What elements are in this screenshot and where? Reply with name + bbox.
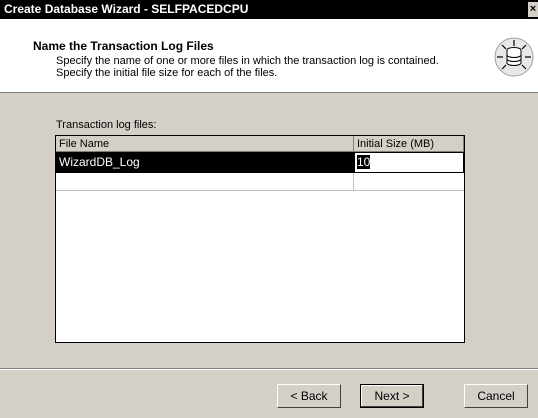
column-divider	[353, 173, 354, 191]
initial-size-input[interactable]: 10	[354, 152, 464, 173]
transaction-log-files-label: Transaction log files:	[56, 119, 157, 131]
page-title: Name the Transaction Log Files	[33, 39, 214, 53]
window-title: Create Database Wizard - SELFPACEDCPU	[4, 2, 249, 16]
header-description-line-1: Specify the name of one or more files in…	[56, 55, 439, 67]
file-name-cell[interactable]: WizardDB_Log	[56, 152, 354, 173]
close-icon: ×	[529, 3, 537, 15]
close-button[interactable]: ×	[528, 2, 538, 17]
title-bar: Create Database Wizard - SELFPACEDCPU ×	[0, 0, 538, 19]
column-header-file-name[interactable]: File Name	[56, 136, 354, 152]
footer-divider	[0, 368, 538, 370]
cancel-button[interactable]: Cancel	[464, 384, 528, 408]
transaction-log-files-grid[interactable]: File Name Initial Size (MB) WizardDB_Log…	[55, 135, 465, 343]
wizard-header: Name the Transaction Log Files Specify t…	[0, 19, 538, 93]
column-header-initial-size[interactable]: Initial Size (MB)	[354, 136, 464, 152]
empty-table-row[interactable]	[56, 173, 464, 191]
next-button[interactable]: Next >	[360, 384, 424, 408]
database-wizard-icon	[494, 37, 534, 77]
initial-size-value: 10	[357, 155, 371, 169]
header-description-line-2: Specify the initial file size for each o…	[56, 67, 278, 79]
back-button[interactable]: < Back	[277, 384, 341, 408]
